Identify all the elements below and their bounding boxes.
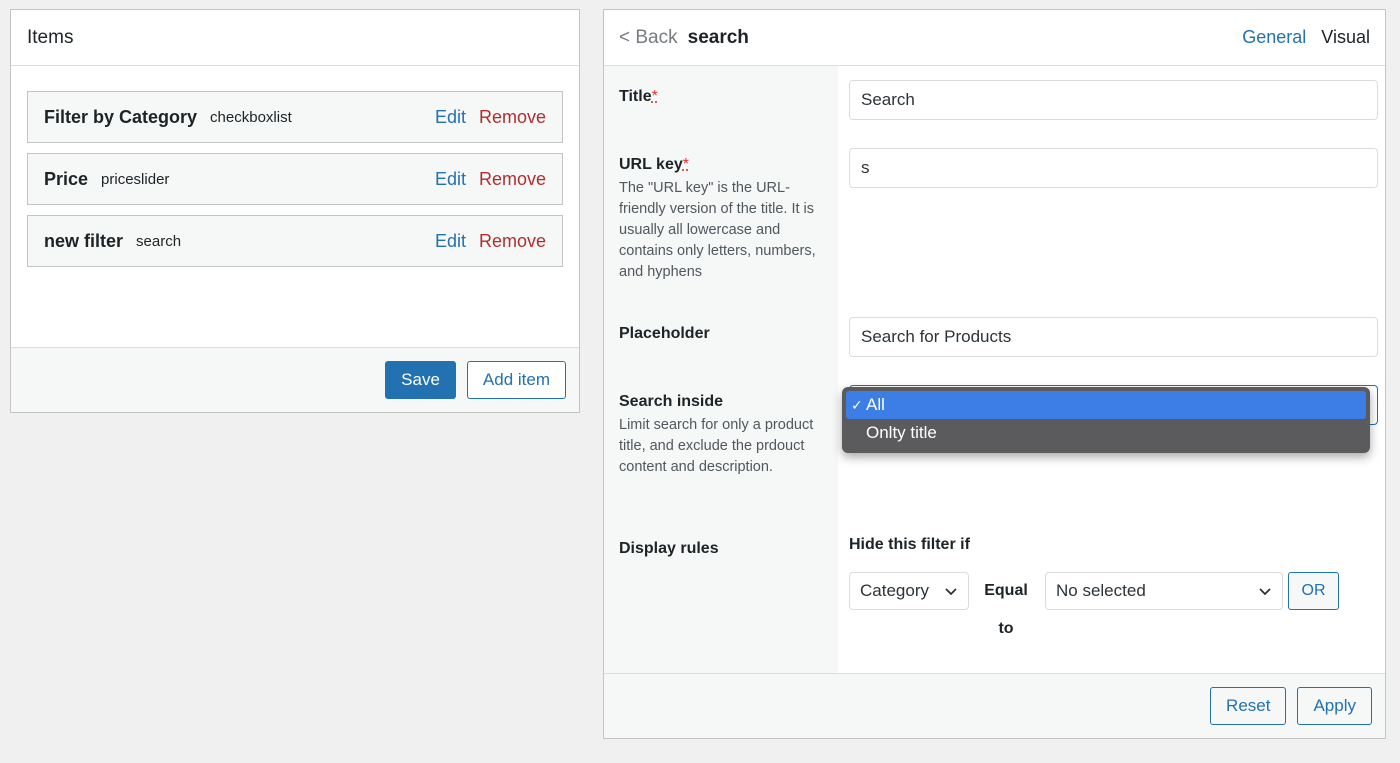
tab-visual[interactable]: Visual [1321, 27, 1370, 48]
settings-body: Title* URL key* The "URL key" is the URL… [604, 66, 1385, 674]
back-link[interactable]: < Back [619, 27, 678, 49]
items-panel-header: Items [11, 10, 579, 66]
rule-field-select[interactable]: Category [849, 572, 969, 610]
edit-item-link[interactable]: Edit [435, 107, 466, 128]
dropdown-option-all[interactable]: ✓ All [846, 391, 1366, 419]
display-rules-label: Display rules [619, 540, 719, 557]
search-inside-description: Limit search for only a product title, a… [619, 417, 814, 475]
edit-item-link[interactable]: Edit [435, 169, 466, 190]
items-panel-footer: Save Add item [11, 347, 579, 412]
url-key-description: The "URL key" is the URL-friendly versio… [619, 180, 816, 280]
apply-button[interactable]: Apply [1297, 687, 1372, 725]
item-name: Price [44, 168, 89, 189]
filter-settings-panel: < Back search General Visual Title* URL … [603, 9, 1386, 739]
rule-value-select[interactable]: No selected [1045, 572, 1283, 610]
dropdown-option-only-title[interactable]: Onlty title [846, 419, 1366, 447]
save-button[interactable]: Save [385, 361, 456, 399]
filter-name-heading: search [687, 26, 749, 48]
settings-footer: Reset Apply [604, 673, 1385, 738]
remove-item-link[interactable]: Remove [479, 169, 546, 190]
items-panel: Items Filter by Category checkboxlist Ed… [10, 9, 580, 413]
placeholder-input[interactable] [849, 317, 1378, 357]
placeholder-label: Placeholder [619, 325, 710, 342]
chevron-down-icon [945, 588, 957, 596]
chevron-down-icon [1259, 588, 1271, 596]
item-type: priceslider [101, 170, 170, 188]
remove-item-link[interactable]: Remove [479, 107, 546, 128]
item-name: new filter [44, 230, 124, 251]
or-button[interactable]: OR [1288, 572, 1339, 610]
required-mark: * [651, 88, 658, 105]
required-mark: * [682, 156, 689, 173]
url-key-input[interactable] [849, 148, 1378, 188]
item-type: search [136, 232, 182, 250]
items-panel-title: Items [27, 26, 74, 48]
checkmark-icon: ✓ [851, 396, 863, 413]
reset-button[interactable]: Reset [1210, 687, 1287, 725]
settings-header: < Back search General Visual [604, 10, 1385, 66]
remove-item-link[interactable]: Remove [479, 231, 546, 252]
search-inside-dropdown: ✓ All Onlty title [842, 387, 1370, 453]
rule-operator-text: Equal to [984, 582, 1028, 637]
add-item-button[interactable]: Add item [466, 361, 566, 399]
item-type: checkboxlist [210, 108, 292, 126]
list-item: Filter by Category checkboxlist Edit Rem… [27, 91, 563, 143]
search-inside-label: Search inside [619, 393, 724, 410]
list-item: Price priceslider Edit Remove [27, 153, 563, 205]
hide-filter-heading: Hide this filter if [849, 536, 970, 553]
edit-item-link[interactable]: Edit [435, 231, 466, 252]
title-input[interactable] [849, 80, 1378, 120]
url-key-label: URL key* [619, 156, 689, 173]
list-item: new filter search Edit Remove [27, 215, 563, 267]
title-label: Title* [619, 88, 658, 105]
item-name: Filter by Category [44, 106, 198, 127]
tab-general[interactable]: General [1242, 27, 1306, 48]
items-list: Filter by Category checkboxlist Edit Rem… [11, 66, 579, 349]
